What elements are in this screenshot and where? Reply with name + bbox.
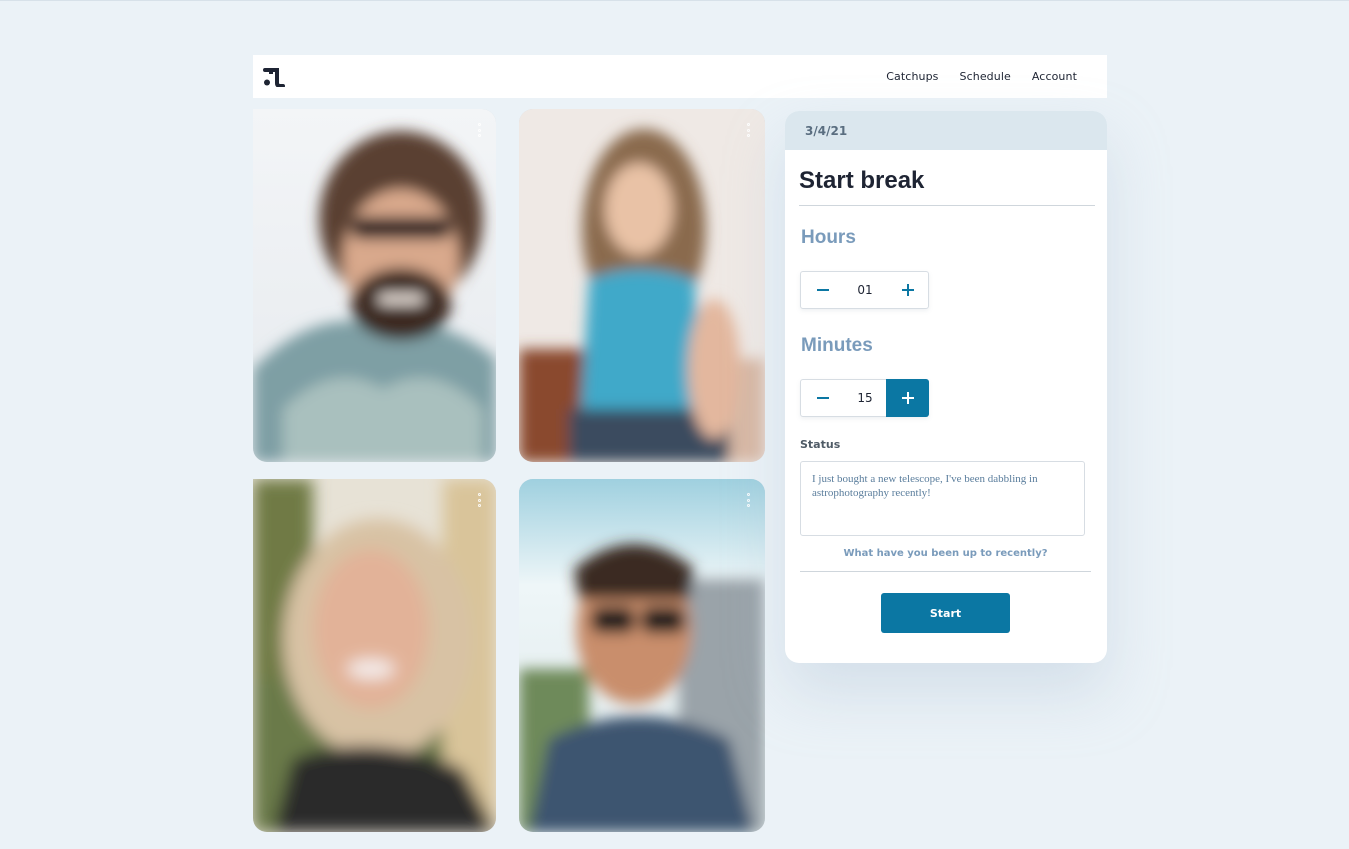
minus-icon (816, 289, 829, 291)
participant-photo (253, 479, 496, 832)
nav-catchups[interactable]: Catchups (886, 70, 938, 83)
start-button[interactable]: Start (881, 593, 1010, 633)
hours-increment-button[interactable] (886, 271, 929, 309)
video-tile-4[interactable] (519, 479, 765, 832)
more-vertical-icon[interactable] (745, 493, 751, 507)
minutes-input[interactable] (844, 380, 886, 416)
minutes-increment-button[interactable] (886, 379, 929, 417)
minutes-stepper (800, 379, 929, 417)
plus-icon (901, 392, 914, 404)
video-tile-2[interactable] (519, 109, 765, 462)
video-tile-1[interactable] (253, 109, 496, 462)
hours-input[interactable] (844, 272, 886, 308)
plus-icon (901, 284, 914, 296)
hours-decrement-button[interactable] (801, 271, 844, 309)
hours-label: Hours (801, 227, 856, 248)
more-vertical-icon[interactable] (476, 493, 482, 507)
start-break-panel: 3/4/21 Start break Hours Minutes Status … (785, 111, 1107, 663)
minus-icon (816, 397, 829, 399)
minutes-label: Minutes (801, 335, 873, 356)
more-vertical-icon[interactable] (745, 123, 751, 137)
top-nav-bar: Catchups Schedule Account (253, 55, 1107, 98)
nav-schedule[interactable]: Schedule (960, 70, 1011, 83)
hours-stepper (800, 271, 929, 309)
panel-date: 3/4/21 (785, 111, 1107, 150)
divider (799, 205, 1095, 206)
participant-photo (519, 109, 765, 462)
logo-icon[interactable] (263, 67, 285, 87)
status-label: Status (800, 438, 841, 451)
participant-photo (253, 109, 496, 462)
status-hint: What have you been up to recently? (843, 548, 1048, 559)
more-vertical-icon[interactable] (476, 123, 482, 137)
top-border (0, 0, 1349, 1)
divider (800, 571, 1091, 572)
status-textarea[interactable]: I just bought a new telescope, I've been… (800, 461, 1085, 536)
nav-account[interactable]: Account (1032, 70, 1077, 83)
panel-title: Start break (799, 167, 925, 194)
participant-photo (519, 479, 765, 832)
minutes-decrement-button[interactable] (801, 379, 844, 417)
video-tile-3[interactable] (253, 479, 496, 832)
nav-links: Catchups Schedule Account (886, 55, 1077, 98)
